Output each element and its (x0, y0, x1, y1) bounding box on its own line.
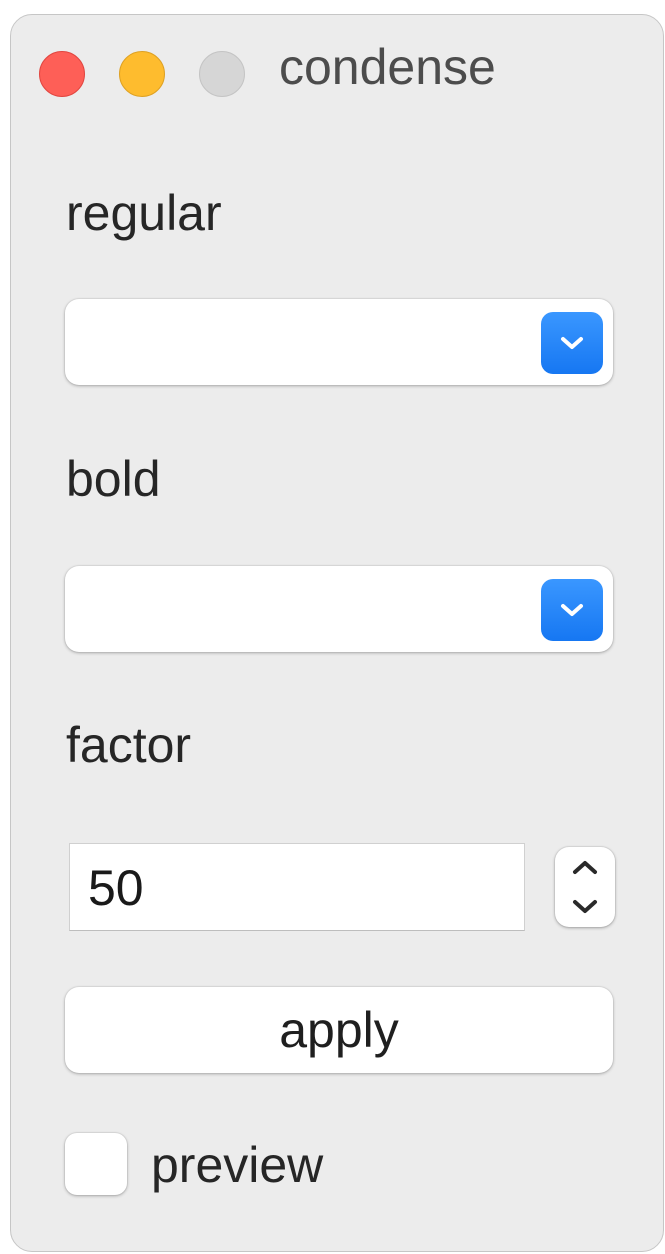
factor-value: 50 (88, 860, 144, 916)
preview-checkbox[interactable] (65, 1133, 127, 1195)
zoom-window-button[interactable] (199, 51, 245, 97)
chevron-down-icon (573, 900, 597, 913)
apply-button[interactable]: apply (65, 987, 613, 1073)
regular-label: regular (66, 185, 222, 241)
close-window-button[interactable] (39, 51, 85, 97)
preview-label[interactable]: preview (151, 1135, 323, 1195)
chevron-up-icon (573, 861, 597, 874)
bold-label: bold (66, 451, 161, 507)
factor-label: factor (66, 717, 192, 773)
factor-stepper[interactable] (555, 847, 615, 927)
chevron-down-icon (541, 579, 603, 641)
bold-font-popup[interactable] (65, 566, 613, 652)
window-title: condense (279, 39, 496, 95)
stepper-increment[interactable] (555, 847, 615, 887)
factor-input[interactable]: 50 (69, 843, 525, 931)
minimize-window-button[interactable] (119, 51, 165, 97)
regular-font-popup[interactable] (65, 299, 613, 385)
chevron-down-icon (541, 312, 603, 374)
stepper-decrement[interactable] (555, 887, 615, 927)
condense-window: condense regular bold factor 50 apply pr… (10, 14, 664, 1252)
